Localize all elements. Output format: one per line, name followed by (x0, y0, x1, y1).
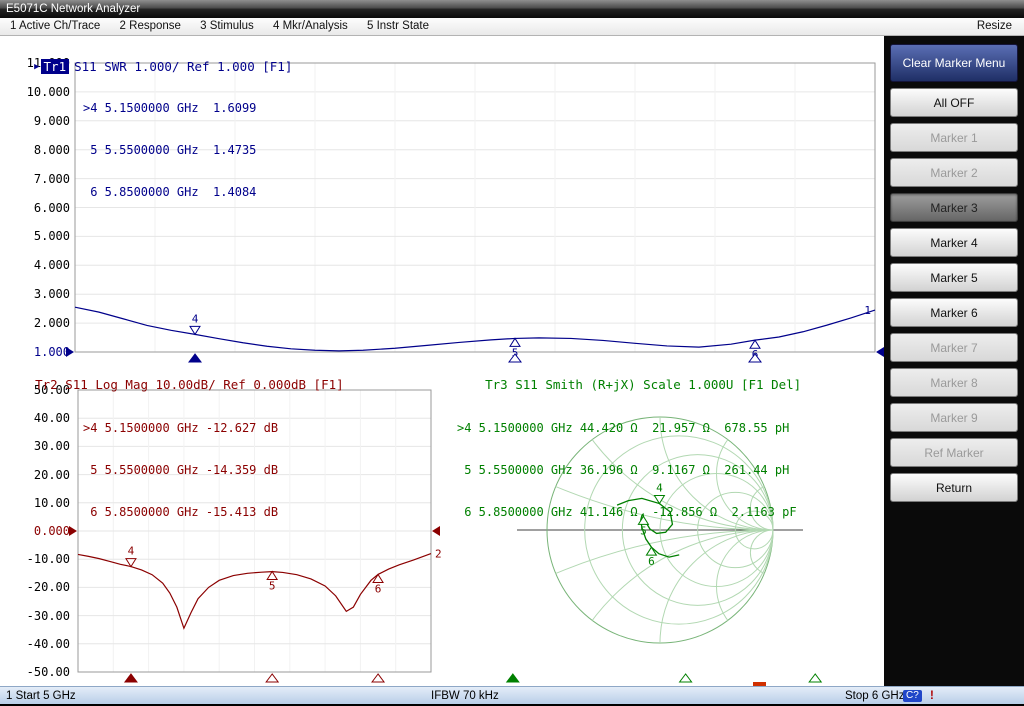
status-alert-icon: ! (930, 688, 934, 704)
status-start-freq: 1 Start 5 GHz (6, 688, 76, 704)
tr2-marker-row: >4 5.1500000 GHz -12.627 dB (83, 421, 278, 435)
tr2-y-tick: 20.00 (8, 468, 70, 482)
softkey-ref-marker[interactable]: Ref Marker (890, 438, 1018, 467)
tr2-y-tick: 30.00 (8, 439, 70, 453)
tr1-y-tick: 1.000 (8, 345, 70, 359)
app-window: E5071C Network Analyzer 1 Active Ch/Trac… (0, 0, 1024, 706)
tr2-y-tick: 0.000 (8, 524, 70, 538)
tr1-marker-row: >4 5.1500000 GHz 1.6099 (83, 101, 256, 115)
tr1-marker-table: >4 5.1500000 GHz 1.6099 5 5.5500000 GHz … (83, 73, 256, 227)
menu-item-active-ch-trace[interactable]: 1 Active Ch/Trace (2, 18, 108, 35)
menu-item-resize[interactable]: Resize (969, 18, 1020, 35)
softkey-marker-4[interactable]: Marker 4 (890, 228, 1018, 257)
menu-item-instr-state[interactable]: 5 Instr State (359, 18, 437, 35)
softkey-marker-6[interactable]: Marker 6 (890, 298, 1018, 327)
tr2-marker-row: 6 5.8500000 GHz -15.413 dB (83, 505, 278, 519)
tr2-y-tick: -10.00 (8, 552, 70, 566)
menu-item-response[interactable]: 2 Response (112, 18, 189, 35)
tr3-marker-row: >4 5.1500000 GHz 44.420 Ω 21.957 Ω 678.5… (457, 421, 797, 435)
tr3-marker-table: >4 5.1500000 GHz 44.420 Ω 21.957 Ω 678.5… (457, 393, 797, 547)
tr1-y-tick: 3.000 (8, 287, 70, 301)
softkey-marker-9[interactable]: Marker 9 (890, 403, 1018, 432)
tr2-marker-row: 5 5.5500000 GHz -14.359 dB (83, 463, 278, 477)
tr1-format-label: S11 SWR 1.000/ Ref 1.000 [F1] (74, 59, 292, 74)
tr1-y-tick: 4.000 (8, 258, 70, 272)
tr1-y-tick: 5.000 (8, 229, 70, 243)
tr2-y-tick: 10.00 (8, 496, 70, 510)
menu-bar: 1 Active Ch/Trace 2 Response 3 Stimulus … (0, 18, 1024, 36)
tr2-format-label: Tr2 S11 Log Mag 10.00dB/ Ref 0.000dB [F1… (35, 377, 344, 392)
softkey-marker-2[interactable]: Marker 2 (890, 158, 1018, 187)
titlebar: E5071C Network Analyzer (0, 0, 1024, 18)
tr3-format-label: Tr3 S11 Smith (R+jX) Scale 1.000U [F1 De… (485, 377, 801, 392)
softkey-panel: Clear Marker Menu All OFF Marker 1 Marke… (884, 36, 1024, 686)
status-ifbw: IFBW 70 kHz (431, 688, 499, 704)
status-bar: 1 Start 5 GHz IFBW 70 kHz Stop 6 GHz C? … (0, 686, 1024, 704)
tr1-y-tick: 7.000 (8, 172, 70, 186)
softkey-return[interactable]: Return (890, 473, 1018, 502)
tr2-y-tick: -30.00 (8, 609, 70, 623)
softkey-menu-header: Clear Marker Menu (890, 44, 1018, 82)
tr1-y-tick: 9.000 (8, 114, 70, 128)
tr1-badge[interactable]: Tr1 (41, 59, 70, 74)
tr3-marker-row: 5 5.5500000 GHz 36.196 Ω 9.1167 Ω 261.44… (457, 463, 797, 477)
menu-item-stimulus[interactable]: 3 Stimulus (192, 18, 262, 35)
status-stop-freq: Stop 6 GHz (845, 688, 904, 704)
window-title: E5071C Network Analyzer (6, 3, 140, 15)
tr2-y-tick: -50.00 (8, 665, 70, 679)
softkey-marker-8[interactable]: Marker 8 (890, 368, 1018, 397)
tr1-y-tick: 2.000 (8, 316, 70, 330)
active-trace-arrow-icon: ▶ (34, 62, 39, 72)
tr3-marker-row: 6 5.8500000 GHz 41.146 Ω -12.856 Ω 2.116… (457, 505, 797, 519)
tr2-y-tick: -40.00 (8, 637, 70, 651)
status-cal-badge: C? (903, 690, 922, 702)
menu-item-mkr-analysis[interactable]: 4 Mkr/Analysis (265, 18, 356, 35)
tr2-y-tick: -20.00 (8, 580, 70, 594)
tr2-y-tick: 40.00 (8, 411, 70, 425)
tr1-y-tick: 6.000 (8, 201, 70, 215)
softkey-marker-7[interactable]: Marker 7 (890, 333, 1018, 362)
softkey-all-off[interactable]: All OFF (890, 88, 1018, 117)
softkey-marker-5[interactable]: Marker 5 (890, 263, 1018, 292)
tr2-marker-table: >4 5.1500000 GHz -12.627 dB 5 5.5500000 … (83, 393, 278, 547)
tr1-marker-row: 5 5.5500000 GHz 1.4735 (83, 143, 256, 157)
softkey-marker-3[interactable]: Marker 3 (890, 193, 1018, 222)
tr1-y-tick: 8.000 (8, 143, 70, 157)
tr1-marker-row: 6 5.8500000 GHz 1.4084 (83, 185, 256, 199)
softkey-marker-1[interactable]: Marker 1 (890, 123, 1018, 152)
